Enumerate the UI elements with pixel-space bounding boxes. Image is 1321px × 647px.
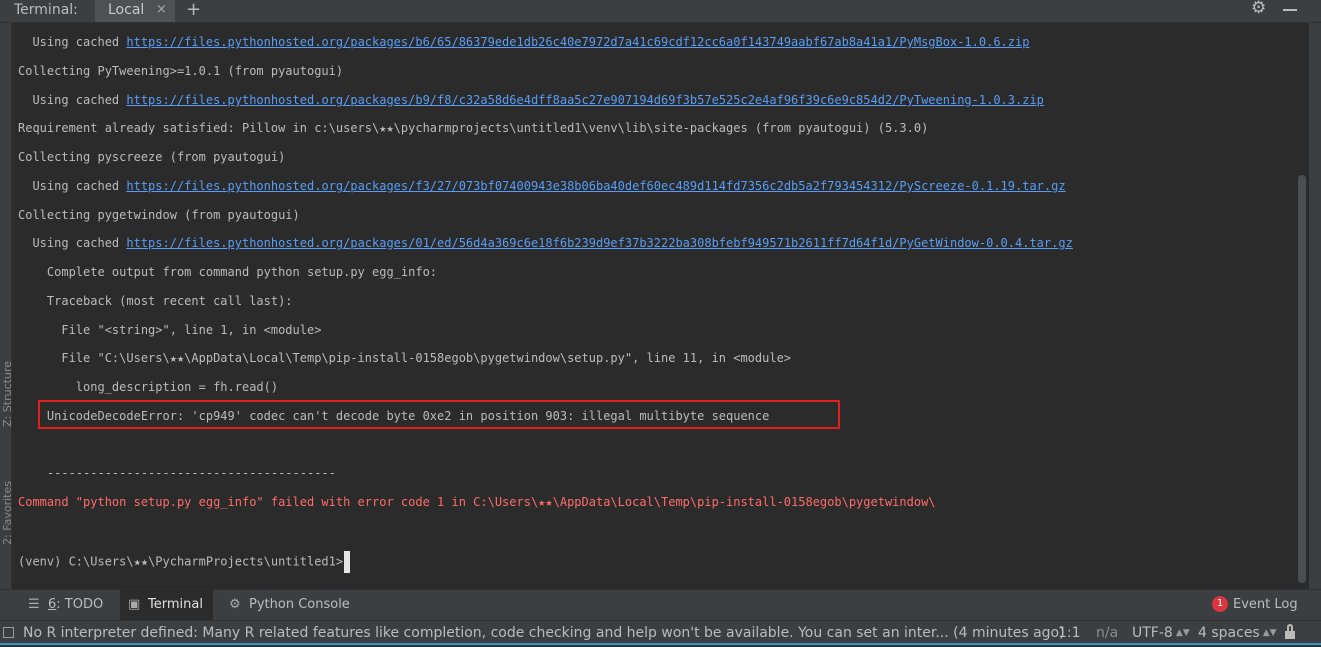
tool-window-bar: ☰ 6: TODO ▣ Terminal ⚙ Python Console 1E…: [0, 589, 1321, 620]
terminal-line: Using cached https://files.pythonhosted.…: [18, 33, 1029, 51]
gear-icon[interactable]: ⚙: [1251, 0, 1266, 18]
tab-local[interactable]: Local ×: [95, 0, 175, 22]
scrollbar-thumb[interactable]: [1298, 175, 1306, 583]
terminal-text: Traceback (most recent call last):: [18, 294, 293, 308]
todo-label: : TODO: [56, 597, 104, 612]
lock-icon-shackle: [1287, 624, 1293, 631]
terminal-line-prefix: Using cached: [18, 93, 127, 107]
tab-local-label: Local: [108, 2, 145, 18]
terminal-tab-bar: Terminal: Local × + ⚙: [0, 0, 1321, 23]
terminal-text: File "C:\Users\★★\AppData\Local\Temp\pip…: [18, 351, 792, 365]
event-log-badge: 1: [1212, 595, 1228, 612]
shell-prompt: (venv) C:\Users\★★\PycharmProjects\untit…: [18, 554, 344, 569]
lock-icon[interactable]: [1285, 631, 1295, 639]
terminal-text: long_description = fh.read(): [18, 380, 279, 394]
terminal-line: Requirement already satisfied: Pillow in…: [18, 119, 928, 137]
terminal-line: ----------------------------------------: [18, 464, 336, 482]
terminal-line-prefix: Using cached: [18, 236, 127, 250]
tab-python-console[interactable]: ⚙ Python Console: [221, 590, 361, 620]
terminal-output[interactable]: Using cached https://files.pythonhosted.…: [12, 23, 1295, 589]
caret-position[interactable]: 1:1: [1058, 621, 1081, 645]
package-url-link[interactable]: https://files.pythonhosted.org/packages/…: [126, 35, 1029, 49]
status-message[interactable]: No R interpreter defined: Many R related…: [23, 621, 1065, 645]
python-icon: ⚙: [229, 597, 241, 612]
terminal-line: Using cached https://files.pythonhosted.…: [18, 234, 1072, 252]
line-separator[interactable]: n/a: [1096, 621, 1118, 645]
terminal-text: Complete output from command python setu…: [18, 265, 438, 279]
event-log-button[interactable]: 1 Event Log: [1212, 590, 1298, 620]
terminal-line: Traceback (most recent call last):: [18, 292, 293, 310]
indent-label: 4 spaces: [1198, 625, 1260, 641]
tool-windows-icon[interactable]: [3, 627, 14, 638]
tab-terminal[interactable]: ▣ Terminal: [120, 590, 213, 620]
error-highlight-box: [38, 400, 840, 429]
package-url-link[interactable]: https://files.pythonhosted.org/packages/…: [126, 93, 1044, 107]
terminal-tab-label: Terminal: [148, 597, 203, 612]
terminal-line: File "<string>", line 1, in <module>: [18, 321, 321, 339]
terminal-line: (venv) C:\Users\★★\PycharmProjects\untit…: [18, 551, 351, 573]
terminal-line: Using cached https://files.pythonhosted.…: [18, 177, 1065, 195]
left-tool-gutter: Z: Structure 2: Favorites: [0, 23, 14, 589]
terminal-line-prefix: Using cached: [18, 35, 127, 49]
encoding-label: UTF-8: [1132, 625, 1173, 641]
terminal-title: Terminal:: [14, 2, 78, 18]
right-tool-gutter: [1309, 23, 1321, 589]
terminal-line: Using cached https://files.pythonhosted.…: [18, 91, 1044, 109]
terminal-scrollbar[interactable]: [1295, 23, 1309, 589]
error-message: Command "python setup.py egg_info" faile…: [18, 495, 936, 509]
terminal-text: File "<string>", line 1, in <module>: [18, 323, 322, 337]
python-console-label: Python Console: [249, 597, 350, 612]
terminal-line: Collecting pygetwindow (from pyautogui): [18, 206, 300, 224]
terminal-text: Collecting pygetwindow (from pyautogui): [18, 208, 300, 222]
terminal-line: Collecting PyTweening>=1.0.1 (from pyaut…: [18, 62, 343, 80]
chevron-updown-icon: ▲▼: [1175, 628, 1190, 638]
terminal-line: Complete output from command python setu…: [18, 263, 437, 281]
add-tab-icon[interactable]: +: [186, 0, 201, 20]
terminal-text: Collecting PyTweening>=1.0.1 (from pyaut…: [18, 64, 344, 78]
close-icon[interactable]: ×: [156, 0, 167, 20]
terminal-icon: ▣: [128, 597, 141, 612]
minimize-icon[interactable]: [1283, 9, 1297, 11]
terminal-text: Collecting pyscreeze (from pyautogui): [18, 150, 286, 164]
terminal-text: Requirement already satisfied: Pillow in…: [18, 121, 929, 135]
tab-todo[interactable]: ☰ 6: TODO: [20, 590, 112, 620]
package-url-link[interactable]: https://files.pythonhosted.org/packages/…: [126, 179, 1065, 193]
terminal-line: Command "python setup.py egg_info" faile…: [18, 493, 936, 511]
chevron-updown-icon: ▲▼: [1262, 628, 1277, 638]
terminal-line: Collecting pyscreeze (from pyautogui): [18, 148, 285, 166]
event-log-label: Event Log: [1233, 597, 1298, 612]
terminal-line-prefix: Using cached: [18, 179, 127, 193]
text-cursor: [344, 551, 351, 573]
terminal-line: File "C:\Users\★★\AppData\Local\Temp\pip…: [18, 349, 791, 367]
terminal-text: ----------------------------------------: [18, 466, 336, 480]
package-url-link[interactable]: https://files.pythonhosted.org/packages/…: [126, 236, 1072, 250]
terminal-line: long_description = fh.read(): [18, 378, 278, 396]
todo-list-icon: ☰: [28, 597, 40, 612]
